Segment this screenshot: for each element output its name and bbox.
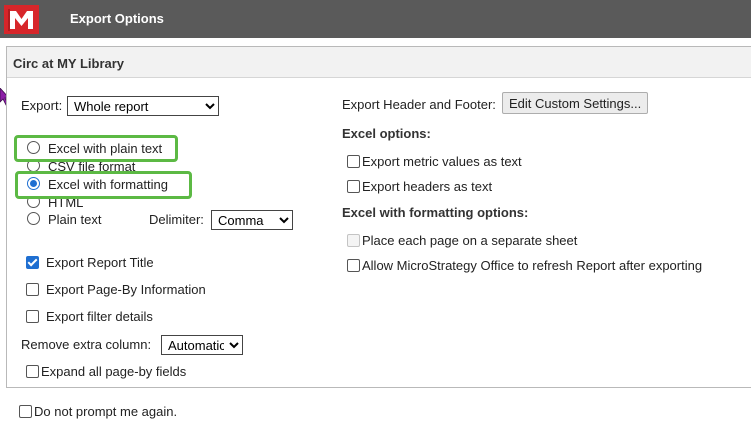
checkbox-expand-page-by[interactable] (26, 365, 39, 378)
label-do-not-prompt: Do not prompt me again. (34, 404, 178, 419)
window-title: Export Options (70, 11, 164, 26)
checkbox-export-report-title[interactable] (26, 256, 39, 269)
header-footer-label: Export Header and Footer: (342, 97, 496, 112)
export-label: Export: (21, 98, 63, 113)
radio-label-excel-plain-text-overlay: Excel with plain text (48, 141, 163, 156)
label-separate-sheet: Place each page on a separate sheet (362, 233, 578, 248)
remove-extra-column-label: Remove extra column: (21, 337, 152, 352)
checkbox-separate-sheet[interactable] (347, 234, 360, 247)
excel-options-heading: Excel options: (342, 126, 431, 141)
checkbox-export-metric-values[interactable] (347, 155, 360, 168)
export-select[interactable]: Whole report (67, 96, 219, 116)
checkbox-export-filter-details[interactable] (26, 310, 39, 323)
panel-title: Circ at MY Library (13, 56, 125, 71)
panel-header: Circ at MY Library (7, 47, 751, 78)
checkbox-allow-office-refresh[interactable] (347, 259, 360, 272)
radio-label-plain-text: Plain text (48, 212, 102, 227)
label-export-metric-values: Export metric values as text (362, 154, 522, 169)
label-export-report-title: Export Report Title (46, 255, 154, 270)
label-export-headers: Export headers as text (362, 179, 493, 194)
label-expand-page-by: Expand all page-by fields (41, 364, 187, 379)
delimiter-select[interactable]: Comma (211, 210, 293, 230)
checkbox-export-page-by[interactable] (26, 283, 39, 296)
edit-custom-settings-button[interactable]: Edit Custom Settings... (502, 92, 649, 114)
title-bar: Export Options (0, 0, 751, 38)
radio-excel-formatting-overlay[interactable] (27, 177, 40, 190)
formatting-options-heading: Excel with formatting options: (342, 205, 529, 220)
checkbox-export-headers[interactable] (347, 180, 360, 193)
export-options-panel: Circ at MY Library Export: Whole report … (6, 46, 751, 388)
radio-plain-text[interactable] (27, 212, 40, 225)
label-export-page-by: Export Page-By Information (46, 282, 206, 297)
label-export-filter-details: Export filter details (46, 309, 153, 324)
delimiter-label: Delimiter: (149, 212, 204, 227)
microstrategy-logo-icon (4, 5, 39, 34)
label-allow-office-refresh: Allow MicroStrategy Office to refresh Re… (362, 258, 703, 273)
radio-label-excel-formatting-overlay: Excel with formatting (48, 177, 168, 192)
radio-excel-plain-text-overlay[interactable] (27, 141, 40, 154)
remove-extra-column-select[interactable]: Automatic (161, 335, 243, 355)
checkbox-do-not-prompt[interactable] (19, 405, 32, 418)
